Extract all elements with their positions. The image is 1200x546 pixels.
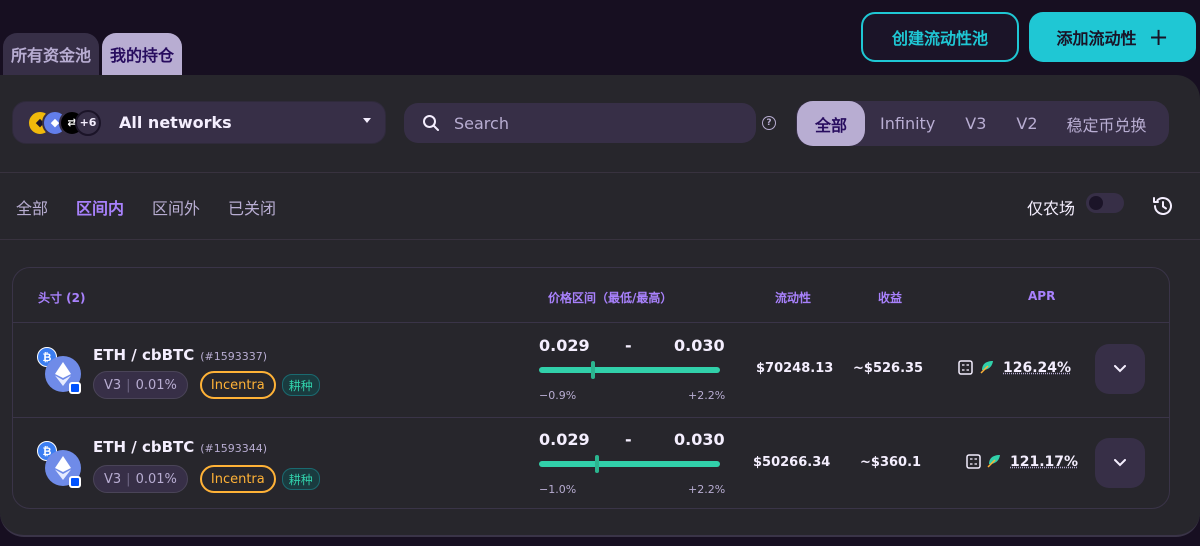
range-min: 0.029	[539, 430, 590, 449]
position-id: (#1593337)	[200, 350, 268, 363]
header-earnings: 收益	[878, 291, 903, 305]
base-chain-icon	[69, 382, 81, 394]
status-tab-in-range[interactable]: 区间内	[76, 195, 124, 219]
range-bar	[539, 361, 720, 379]
tab-my-positions[interactable]: 我的持仓	[102, 33, 183, 75]
pair-name: ETH / cbBTC (#1593337)	[93, 346, 267, 364]
range-upper-pct: +2.2%	[688, 483, 726, 496]
add-liquidity-button[interactable]: 添加流动性 +	[1029, 12, 1196, 62]
expand-button[interactable]	[1095, 438, 1145, 488]
header-apr: APR	[1028, 289, 1056, 303]
apr-value[interactable]: 121.17%	[1010, 454, 1078, 470]
earnings-value: ~$526.35	[853, 361, 924, 376]
pair-icon: ₿	[37, 347, 83, 394]
header-price-range: 价格区间（最低/最高）	[548, 291, 673, 305]
range-separator: -	[625, 336, 632, 355]
farm-leaf-icon	[987, 455, 1000, 468]
filter-row: ◆ ◆ ⇄ +6 All networks ? 全部 Infinity V3 V…	[12, 101, 1200, 146]
status-tabs: 全部 区间内 区间外 已关闭	[16, 195, 276, 219]
farm-leaf-icon	[980, 361, 993, 374]
range-lower-pct: −0.9%	[539, 389, 577, 402]
positions-table: 头寸 (2) 价格区间（最低/最高） 流动性 收益 APR ₿ ETH / cb…	[12, 267, 1170, 509]
help-icon[interactable]: ?	[762, 116, 776, 130]
top-tabs: 所有资金池 我的持仓	[3, 33, 183, 75]
farm-only-label: 仅农场	[1027, 199, 1076, 218]
version-fee-tag: V3 | 0.01%	[93, 465, 188, 493]
chevron-down-icon	[1114, 365, 1126, 373]
status-tab-out-of-range[interactable]: 区间外	[152, 195, 200, 219]
top-actions: 创建流动性池 添加流动性 +	[861, 12, 1196, 62]
position-id: (#1593344)	[200, 442, 268, 455]
version-tab-v2[interactable]: V2	[1001, 101, 1052, 146]
range-separator: -	[625, 430, 632, 449]
version-label: V3	[104, 377, 122, 393]
range-min: 0.029	[539, 336, 590, 355]
position-tags: V3 | 0.01% Incentra 耕种	[93, 371, 320, 399]
more-networks-badge: +6	[75, 109, 101, 136]
chevron-down-icon	[1114, 459, 1126, 467]
incentra-tag[interactable]: Incentra	[199, 371, 276, 399]
calculator-icon[interactable]	[958, 360, 973, 375]
liquidity-value: $50266.34	[753, 455, 831, 470]
version-fee-tag: V3 | 0.01%	[93, 371, 188, 399]
current-price-marker	[595, 455, 600, 473]
liquidity-value: $70248.13	[756, 361, 834, 376]
table-row[interactable]: ₿ ETH / cbBTC (#1593337) V3 | 0.01% Incentr…	[13, 324, 1169, 417]
add-liquidity-label: 添加流动性	[1056, 29, 1137, 48]
current-price-marker	[591, 361, 596, 379]
version-label: V3	[104, 471, 122, 487]
header-position: 头寸 (2)	[38, 291, 86, 305]
version-tab-all[interactable]: 全部	[797, 101, 866, 146]
table-row[interactable]: ₿ ETH / cbBTC (#1593344) V3 | 0.01% Incentr…	[13, 417, 1169, 510]
farm-only-toggle[interactable]	[1086, 193, 1124, 213]
range-upper-pct: +2.2%	[688, 389, 726, 402]
divider	[0, 239, 1200, 240]
pair-name: ETH / cbBTC (#1593344)	[93, 438, 267, 456]
pair-icon: ₿	[37, 441, 83, 488]
tab-all-pools[interactable]: 所有资金池	[3, 33, 100, 75]
version-tab-v3[interactable]: V3	[950, 101, 1001, 146]
network-select[interactable]: ◆ ◆ ⇄ +6 All networks	[12, 101, 386, 144]
pair-symbol: ETH / cbBTC	[93, 346, 195, 364]
header-liquidity: 流动性	[775, 291, 812, 305]
version-tab-infinity[interactable]: Infinity	[865, 101, 950, 146]
plus-icon: +	[1148, 23, 1169, 51]
range-max: 0.030	[674, 430, 725, 449]
version-tab-stableswap[interactable]: 稳定币兑换	[1053, 101, 1159, 146]
create-pool-button[interactable]: 创建流动性池	[861, 12, 1019, 62]
base-chain-icon	[69, 476, 81, 488]
version-tabs: 全部 Infinity V3 V2 稳定币兑换	[796, 101, 1169, 146]
table-header: 头寸 (2) 价格区间（最低/最高） 流动性 收益 APR	[13, 268, 1169, 323]
status-tab-closed[interactable]: 已关闭	[228, 195, 276, 219]
status-row: 全部 区间内 区间外 已关闭 仅农场	[0, 173, 1200, 239]
pair-symbol: ETH / cbBTC	[93, 438, 195, 456]
status-tab-all[interactable]: 全部	[16, 195, 48, 219]
network-icons: ◆ ◆ ⇄ +6	[27, 109, 115, 136]
fee-label: 0.01%	[135, 471, 177, 487]
positions-card: ◆ ◆ ⇄ +6 All networks ? 全部 Infinity V3 V…	[0, 75, 1200, 537]
range-max: 0.030	[674, 336, 725, 355]
search-icon	[423, 115, 439, 131]
caret-down-icon	[363, 118, 371, 123]
farming-tag: 耕种	[281, 374, 320, 396]
incentra-tag[interactable]: Incentra	[199, 465, 276, 493]
earnings-value: ~$360.1	[860, 455, 922, 470]
calculator-icon[interactable]	[966, 454, 981, 469]
fee-label: 0.01%	[135, 377, 177, 393]
range-lower-pct: −1.0%	[539, 483, 577, 496]
expand-button[interactable]	[1095, 344, 1145, 394]
network-label: All networks	[119, 113, 232, 132]
search-input[interactable]	[454, 113, 714, 133]
farming-tag: 耕种	[281, 468, 320, 490]
apr-value[interactable]: 126.24%	[1003, 360, 1071, 376]
search-box[interactable]	[404, 103, 756, 143]
history-icon[interactable]	[1151, 194, 1175, 218]
position-tags: V3 | 0.01% Incentra 耕种	[93, 465, 320, 493]
range-bar	[539, 455, 720, 473]
